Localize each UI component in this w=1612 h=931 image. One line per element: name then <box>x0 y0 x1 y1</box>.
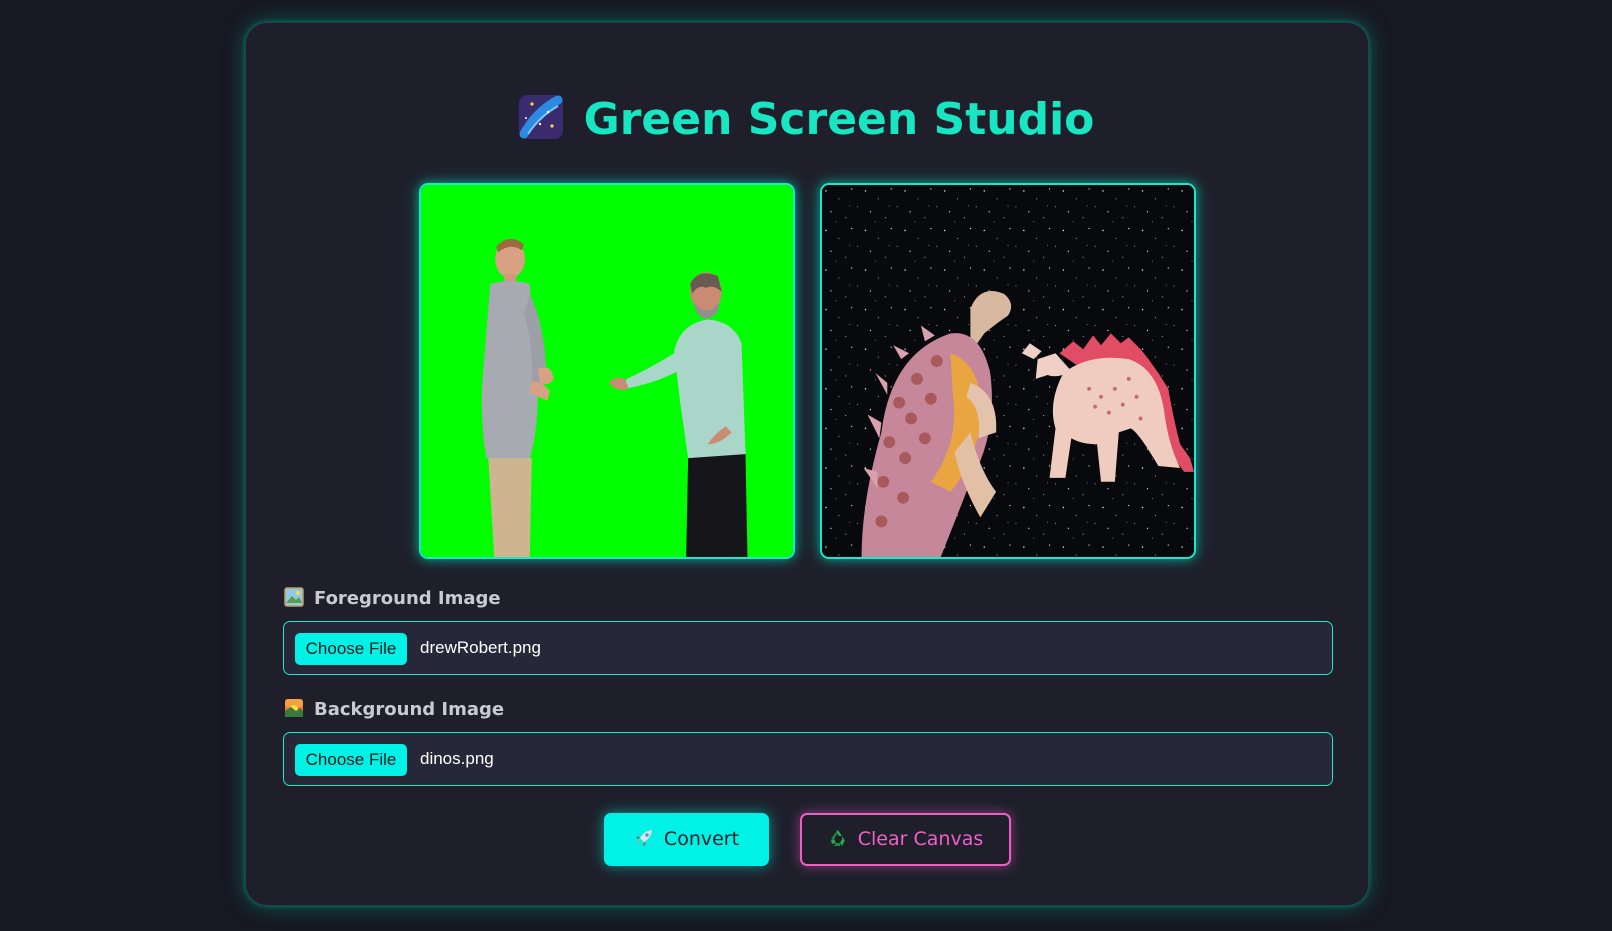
framed-picture-icon <box>284 587 304 607</box>
background-label: Background Image <box>284 698 504 722</box>
clear-canvas-button[interactable]: Clear Canvas <box>800 813 1011 866</box>
foreground-label: Foreground Image <box>284 587 501 611</box>
clear-canvas-button-label: Clear Canvas <box>857 828 984 850</box>
foreground-label-text: Foreground Image <box>314 588 501 609</box>
sunset-icon <box>284 698 304 718</box>
convert-button-label: Convert <box>663 828 740 850</box>
page-title: Green Screen Studio <box>0 92 1612 148</box>
background-choose-file-button[interactable]: Choose File <box>295 744 407 776</box>
background-canvas <box>820 183 1196 559</box>
background-file-input[interactable]: Choose File dinos.png <box>283 732 1333 786</box>
recycle-icon <box>828 818 848 846</box>
background-file-name: dinos.png <box>420 749 494 768</box>
foreground-file-name: drewRobert.png <box>420 638 541 657</box>
convert-button[interactable]: Convert <box>604 813 769 866</box>
page-title-text: Green Screen Studio <box>583 94 1095 145</box>
foreground-canvas <box>419 183 795 559</box>
rocket-icon <box>634 816 654 846</box>
background-label-text: Background Image <box>314 699 505 720</box>
foreground-choose-file-button[interactable]: Choose File <box>295 633 407 665</box>
milky-way-icon <box>518 94 564 140</box>
foreground-file-input[interactable]: Choose File drewRobert.png <box>283 621 1333 675</box>
